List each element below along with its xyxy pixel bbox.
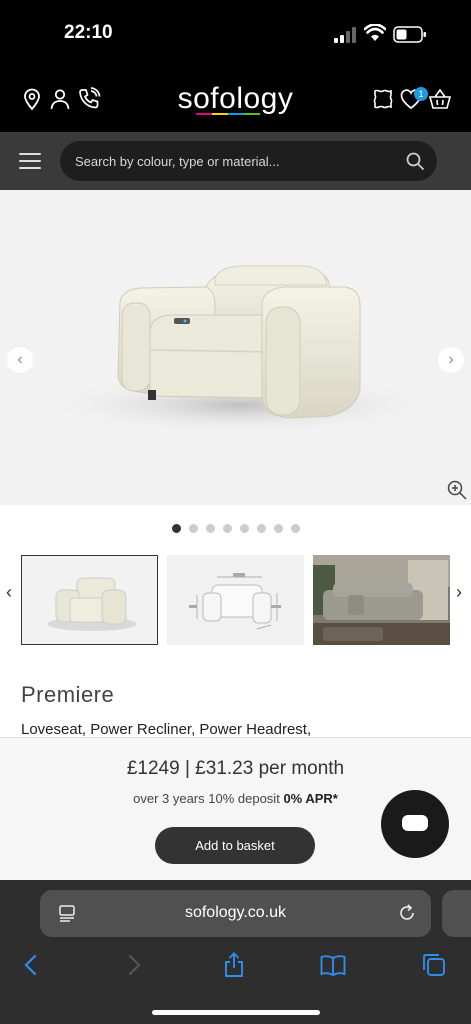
armchair-image (40, 265, 440, 435)
search-input[interactable] (75, 141, 395, 181)
wishlist-count-badge: 1 (414, 87, 428, 101)
reload-icon[interactable] (397, 903, 417, 923)
product-description: Loveseat, Power Recliner, Power Headrest… (21, 721, 312, 738)
gallery-dot[interactable] (171, 524, 181, 533)
hero-prev-button[interactable]: ‹ (7, 347, 33, 373)
hamburger-menu-icon[interactable] (19, 153, 41, 169)
home-indicator (152, 1010, 320, 1015)
thumbs-next-arrow[interactable]: › (456, 582, 462, 603)
chat-icon (402, 815, 428, 831)
back-icon[interactable] (19, 952, 45, 978)
finance-terms-text: over 3 years 10% deposit (133, 791, 280, 806)
site-header: sofology 1 (0, 72, 471, 132)
logo-color-bar (196, 113, 260, 115)
thumbnail-armchair[interactable] (21, 555, 158, 645)
search-row (0, 132, 471, 190)
thumbnail-room-scene[interactable] (313, 555, 450, 645)
url-text[interactable]: sofology.co.uk (40, 904, 431, 922)
add-to-basket-button[interactable]: Add to basket (155, 827, 315, 864)
address-bar[interactable]: sofology.co.uk (40, 890, 431, 937)
basket-icon[interactable] (428, 87, 452, 111)
gallery-dot[interactable] (239, 524, 249, 533)
forward-icon[interactable] (120, 952, 146, 978)
browser-toolbar: sofology.co.uk (0, 880, 471, 1024)
gallery-dot[interactable] (256, 524, 266, 533)
cellular-signal-icon (334, 27, 356, 43)
tabs-icon[interactable] (421, 952, 447, 978)
price-line: £1249 | £31.23 per month (126, 758, 345, 779)
next-tab-preview[interactable] (442, 890, 471, 937)
gallery-pagination (0, 524, 471, 533)
gallery-dot[interactable] (273, 524, 283, 533)
hero-next-button[interactable]: › (438, 347, 464, 373)
share-icon[interactable] (221, 952, 247, 978)
wifi-icon (364, 24, 386, 41)
gallery-dot[interactable] (222, 524, 232, 533)
bookmarks-icon[interactable] (320, 952, 346, 978)
battery-icon (393, 26, 426, 43)
product-hero-image[interactable]: ‹ › (0, 190, 471, 505)
search-icon[interactable] (405, 151, 425, 171)
status-time: 22:10 (64, 22, 113, 43)
swatch-icon[interactable] (371, 87, 395, 111)
zoom-icon[interactable] (446, 479, 468, 501)
search-box[interactable] (60, 141, 437, 181)
thumbnail-dimensions[interactable] (167, 555, 304, 645)
gallery-dot[interactable] (205, 524, 215, 533)
status-bar: 22:10 (0, 0, 471, 72)
finance-apr: 0% APR* (283, 791, 338, 806)
chat-button[interactable] (381, 790, 449, 858)
thumbs-prev-arrow[interactable]: ‹ (6, 582, 12, 603)
product-name: Premiere (21, 682, 115, 707)
gallery-dot[interactable] (188, 524, 198, 533)
gallery-dot[interactable] (290, 524, 300, 533)
